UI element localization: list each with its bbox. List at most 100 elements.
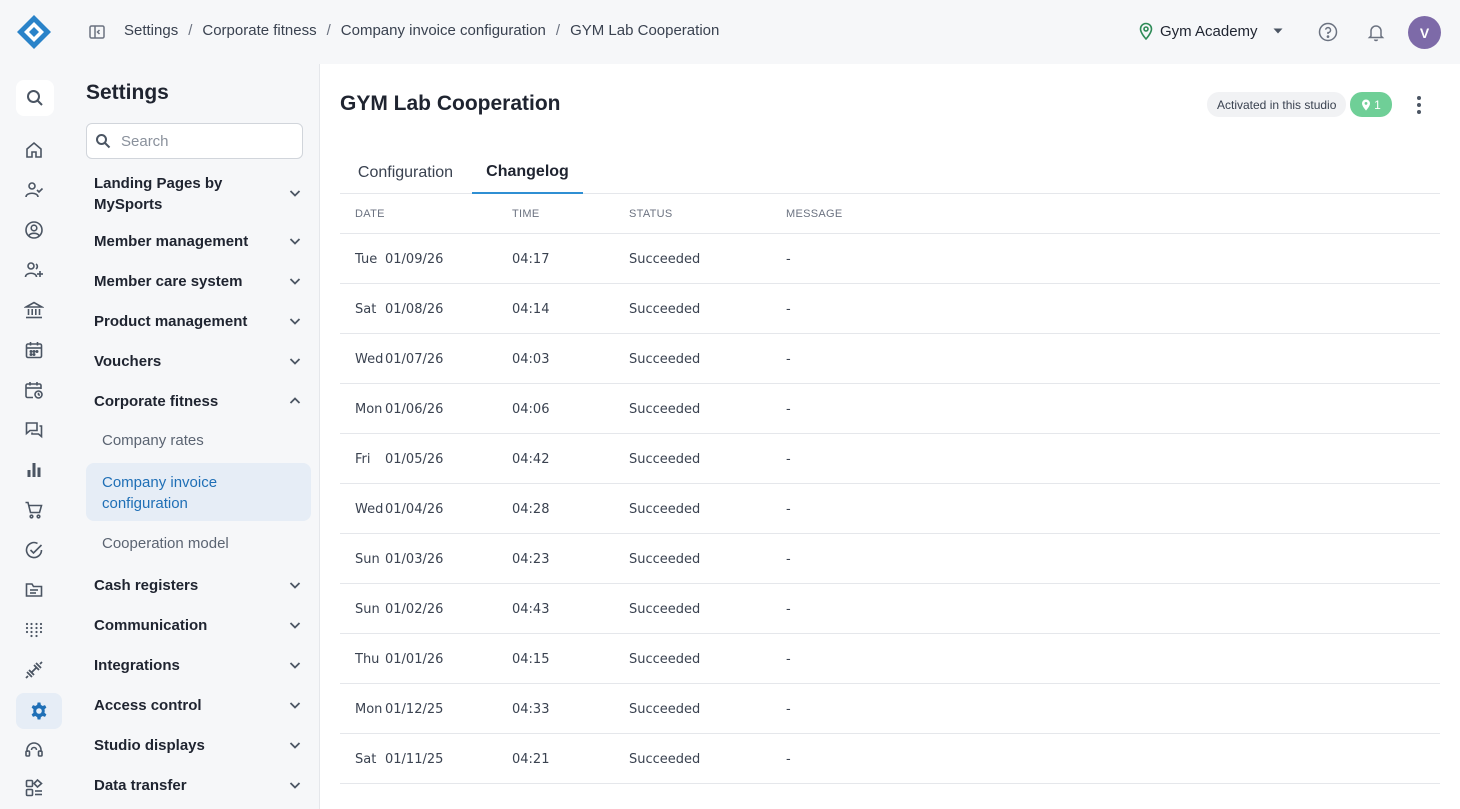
- cell-date: 01/11/25: [385, 752, 444, 767]
- user-circle-icon[interactable]: [17, 213, 51, 247]
- rail-search-icon[interactable]: [16, 80, 54, 116]
- chevron-down-icon: [289, 358, 301, 365]
- top-bar: Settings / Corporate fitness / Company i…: [0, 0, 1460, 64]
- cell-day: Wed: [355, 352, 384, 367]
- chevron-down-icon: [289, 782, 301, 789]
- cell-message: -: [786, 652, 791, 667]
- cell-date: 01/06/26: [385, 402, 444, 417]
- table-body: Tue 01/09/26 04:17 Succeeded - Sat 01/08/26 04…: [340, 234, 1440, 784]
- headset-icon[interactable]: [17, 733, 51, 767]
- chevron-down-icon: [289, 662, 301, 669]
- nav-cooperation-model[interactable]: Cooperation model: [102, 535, 229, 552]
- tab-bar: Configuration Changelog: [340, 151, 1440, 194]
- nav-data-transfer[interactable]: Data transfer: [94, 775, 304, 796]
- cell-day: Sun: [355, 602, 380, 617]
- cell-time: 04:14: [512, 302, 550, 317]
- nav-company-rates[interactable]: Company rates: [102, 432, 204, 449]
- cell-time: 04:43: [512, 602, 550, 617]
- chevron-down-icon: [289, 278, 301, 285]
- location-count-badge[interactable]: 1: [1350, 92, 1392, 117]
- cell-message: -: [786, 602, 791, 617]
- settings-search-input[interactable]: [121, 132, 291, 150]
- apps-icon[interactable]: [17, 771, 51, 805]
- studio-name: Gym Academy: [1160, 22, 1258, 40]
- nav-company-invoice-configuration[interactable]: Company invoice configuration: [86, 463, 311, 521]
- chevron-up-icon: [289, 397, 301, 404]
- chevron-down-icon: [289, 582, 301, 589]
- cell-message: -: [786, 302, 791, 317]
- cell-message: -: [786, 752, 791, 767]
- cell-date: 01/05/26: [385, 452, 444, 467]
- calendar-clock-icon[interactable]: [17, 373, 51, 407]
- chat-icon[interactable]: [17, 413, 51, 447]
- cell-day: Tue: [355, 252, 378, 267]
- location-pin-icon: [1139, 22, 1153, 40]
- table-header: DATE TIME STATUS MESSAGE: [340, 194, 1440, 234]
- breadcrumb-corporate-fitness[interactable]: Corporate fitness: [202, 22, 316, 39]
- tab-changelog[interactable]: Changelog: [472, 151, 583, 194]
- cell-message: -: [786, 402, 791, 417]
- breadcrumb: Settings / Corporate fitness / Company i…: [124, 22, 720, 39]
- nav-communication[interactable]: Communication: [94, 615, 304, 636]
- cell-status: Succeeded: [629, 502, 701, 517]
- home-icon[interactable]: [17, 133, 51, 167]
- settings-search[interactable]: [86, 123, 303, 159]
- studio-selector[interactable]: Gym Academy: [1138, 22, 1284, 40]
- cell-date: 01/07/26: [385, 352, 444, 367]
- dots-grid-icon[interactable]: [17, 613, 51, 647]
- cell-time: 04:21: [512, 752, 550, 767]
- table-row: Wed 01/04/26 04:28 Succeeded -: [340, 484, 1440, 534]
- bank-icon[interactable]: [17, 293, 51, 327]
- cell-time: 04:15: [512, 652, 550, 667]
- nav-member-care-system[interactable]: Member care system: [94, 271, 304, 292]
- cart-icon[interactable]: [17, 493, 51, 527]
- cell-date: 01/01/26: [385, 652, 444, 667]
- table-row: Fri 01/05/26 04:42 Succeeded -: [340, 434, 1440, 484]
- user-avatar[interactable]: V: [1408, 16, 1441, 49]
- add-users-icon[interactable]: [17, 253, 51, 287]
- check-circle-icon[interactable]: [17, 533, 51, 567]
- cell-time: 04:23: [512, 552, 550, 567]
- nav-corporate-fitness[interactable]: Corporate fitness: [94, 391, 304, 412]
- tab-configuration[interactable]: Configuration: [340, 151, 471, 194]
- app-logo-icon[interactable]: [15, 13, 53, 51]
- help-icon[interactable]: [1317, 21, 1339, 43]
- settings-icon[interactable]: [16, 693, 62, 729]
- calendar-icon[interactable]: [17, 333, 51, 367]
- cell-day: Thu: [355, 652, 380, 667]
- table-row: Sun 01/02/26 04:43 Succeeded -: [340, 584, 1440, 634]
- more-options-icon[interactable]: [1410, 92, 1428, 118]
- nav-product-management[interactable]: Product management: [94, 311, 304, 332]
- check-user-icon[interactable]: [17, 173, 51, 207]
- nav-vouchers[interactable]: Vouchers: [94, 351, 304, 372]
- cell-time: 04:03: [512, 352, 550, 367]
- sidebar-toggle-icon[interactable]: [88, 23, 106, 41]
- cell-day: Sat: [355, 752, 377, 767]
- cell-status: Succeeded: [629, 452, 701, 467]
- cell-day: Sun: [355, 552, 380, 567]
- nav-integrations[interactable]: Integrations: [94, 655, 304, 676]
- nav-landing-pages[interactable]: Landing Pages by MySports: [94, 173, 304, 215]
- breadcrumb-settings[interactable]: Settings: [124, 22, 178, 39]
- breadcrumb-company-invoice-configuration[interactable]: Company invoice configuration: [341, 22, 546, 39]
- cell-date: 01/02/26: [385, 602, 444, 617]
- folder-icon[interactable]: [17, 573, 51, 607]
- cell-status: Succeeded: [629, 402, 701, 417]
- bar-chart-icon[interactable]: [17, 453, 51, 487]
- notification-bell-icon[interactable]: [1365, 21, 1387, 43]
- settings-panel: Settings Landing Pages by MySports Membe…: [70, 64, 320, 809]
- dumbbell-icon[interactable]: [17, 653, 51, 687]
- cell-message: -: [786, 702, 791, 717]
- nav-member-management[interactable]: Member management: [94, 231, 304, 252]
- nav-access-control[interactable]: Access control: [94, 695, 304, 716]
- column-header-status: STATUS: [629, 208, 673, 220]
- cell-date: 01/08/26: [385, 302, 444, 317]
- nav-cash-registers[interactable]: Cash registers: [94, 575, 304, 596]
- cell-message: -: [786, 252, 791, 267]
- nav-studio-displays[interactable]: Studio displays: [94, 735, 304, 756]
- main-nav-rail: [0, 64, 70, 809]
- cell-day: Mon: [355, 702, 383, 717]
- cell-status: Succeeded: [629, 352, 701, 367]
- table-row: Wed 01/07/26 04:03 Succeeded -: [340, 334, 1440, 384]
- settings-title: Settings: [86, 81, 169, 104]
